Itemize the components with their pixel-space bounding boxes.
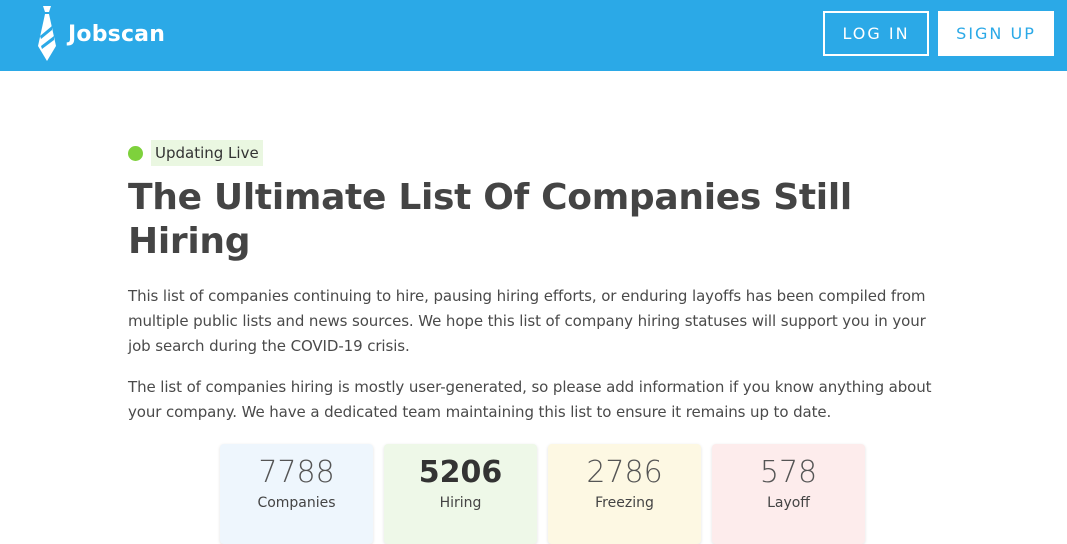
stat-card-hiring[interactable]: 5206 Hiring [384,444,537,544]
live-dot-icon [128,145,143,161]
stat-value: 578 [759,455,818,490]
logo-text: Jobscan [68,21,166,47]
top-navbar: Jobscan LOG IN SIGN UP [0,0,1067,71]
live-status-text: Updating Live [151,140,263,166]
main-content: Updating Live The Ultimate List Of Compa… [128,139,948,425]
stat-value: 2786 [586,455,663,490]
stat-label: Companies [257,495,336,511]
login-button[interactable]: LOG IN [823,11,929,56]
stat-card-companies[interactable]: 7788 Companies [220,444,373,544]
intro-paragraph: This list of companies continuing to hir… [128,287,926,355]
page-title: The Ultimate List Of Companies Still Hir… [128,177,852,262]
signup-button[interactable]: SIGN UP [938,11,1054,56]
stat-value: 7788 [258,455,335,490]
live-status-badge: Updating Live [128,139,948,167]
stat-value: 5206 [418,455,503,490]
stat-label: Layoff [767,495,810,511]
info-paragraph: The list of companies hiring is mostly u… [128,378,932,421]
stat-card-layoff[interactable]: 578 Layoff [712,444,865,544]
tie-icon [38,6,56,61]
stats-row: 7788 Companies 5206 Hiring 2786 Freezing… [220,444,876,544]
stat-label: Freezing [595,495,654,511]
stat-label: Hiring [439,495,482,511]
stat-card-freezing[interactable]: 2786 Freezing [548,444,701,544]
jobscan-logo[interactable]: Jobscan [36,6,165,62]
